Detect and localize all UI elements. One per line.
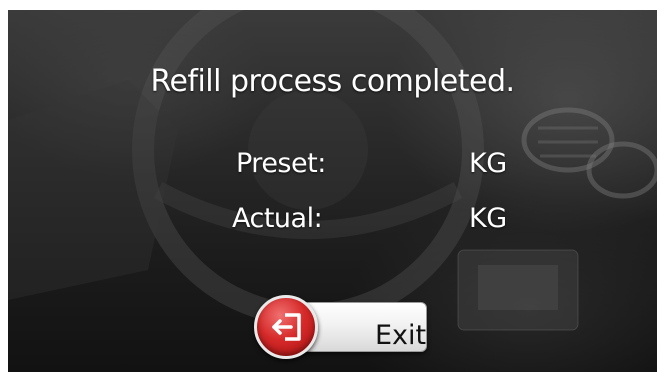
exit-button-label: Exit (375, 320, 427, 351)
exit-door-icon (272, 313, 301, 341)
preset-value (388, 150, 458, 182)
dialog-title: Refill process completed. (150, 64, 515, 99)
actual-value (388, 205, 458, 237)
preset-label: Preset: (236, 148, 326, 179)
preset-unit: KG (469, 148, 507, 179)
actual-label: Actual: (232, 203, 323, 234)
exit-button-badge[interactable] (254, 295, 318, 359)
exit-button[interactable]: Exit (254, 295, 428, 359)
refill-complete-dialog: Refill process completed. Preset: KG Act… (8, 10, 657, 372)
screen: Refill process completed. Preset: KG Act… (0, 0, 665, 380)
actual-unit: KG (469, 203, 507, 234)
